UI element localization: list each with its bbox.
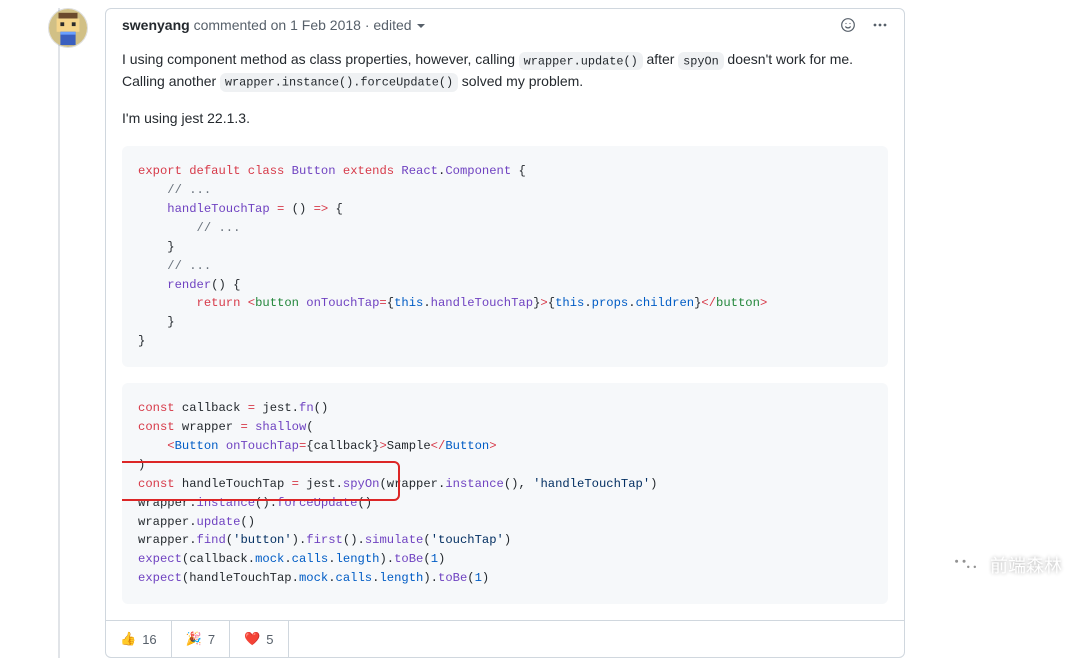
- heart-icon: ❤️: [244, 631, 260, 647]
- reaction-count: 7: [208, 632, 215, 647]
- code-block-2: const callback = jest.fn() const wrapper…: [122, 383, 888, 604]
- edited-dropdown[interactable]: edited: [373, 17, 425, 33]
- code-content: const callback = jest.fn() const wrapper…: [138, 399, 872, 588]
- kebab-icon: [872, 17, 888, 33]
- thumbs-up-icon: 👍: [120, 631, 136, 647]
- inline-code: wrapper.update(): [519, 52, 643, 71]
- reactions-bar: 👍 16 🎉 7 ❤️ 5: [106, 620, 904, 657]
- reaction-heart[interactable]: ❤️ 5: [230, 621, 288, 657]
- reaction-count: 5: [266, 632, 273, 647]
- commented-label: commented: [194, 17, 267, 33]
- avatar[interactable]: [48, 8, 88, 48]
- comment-actions-button[interactable]: [872, 17, 888, 33]
- watermark: 前端森林: [948, 551, 1062, 579]
- timestamp-link[interactable]: on 1 Feb 2018: [271, 17, 361, 33]
- code-content: export default class Button extends Reac…: [138, 162, 872, 351]
- body-paragraph-2: I'm using jest 22.1.3.: [122, 108, 888, 130]
- tada-icon: 🎉: [186, 631, 202, 647]
- smile-icon: [840, 17, 856, 33]
- separator: ·: [365, 17, 370, 33]
- body-paragraph-1: I using component method as class proper…: [122, 49, 888, 92]
- wechat-icon: [948, 551, 982, 579]
- inline-code: wrapper.instance().forceUpdate(): [220, 73, 458, 92]
- comment-header: swenyang commented on 1 Feb 2018 · edite…: [106, 9, 904, 41]
- reaction-thumbs-up[interactable]: 👍 16: [106, 621, 172, 657]
- reaction-count: 16: [142, 632, 156, 647]
- reaction-tada[interactable]: 🎉 7: [172, 621, 230, 657]
- add-reaction-button[interactable]: [840, 17, 856, 33]
- code-block-1: export default class Button extends Reac…: [122, 146, 888, 367]
- caret-down-icon: [417, 24, 425, 28]
- comment-body: I using component method as class proper…: [106, 41, 904, 620]
- author-link[interactable]: swenyang: [122, 17, 190, 33]
- comment-box: swenyang commented on 1 Feb 2018 · edite…: [105, 8, 905, 658]
- inline-code: spyOn: [678, 52, 723, 71]
